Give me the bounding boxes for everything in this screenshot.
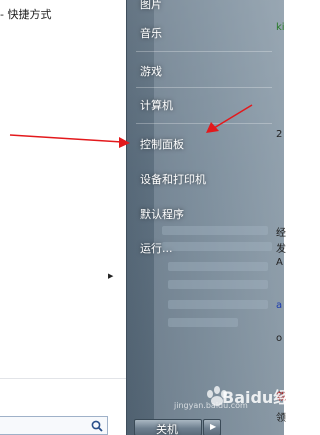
menu-item-pictures[interactable]: 图片 — [140, 0, 162, 12]
edge-text: 2 — [276, 129, 283, 140]
background-blur-line — [162, 242, 272, 251]
edge-text: 经 — [276, 228, 286, 239]
left-divider — [0, 378, 126, 379]
program-item-shortcut[interactable]: - 快捷方式 — [0, 6, 51, 22]
menu-separator — [136, 51, 272, 52]
chevron-right-icon: ▶ — [210, 422, 217, 431]
shutdown-options-button[interactable]: ▶ — [203, 419, 221, 435]
menu-item-default-programs[interactable]: 默认程序 — [140, 206, 184, 222]
edge-text: o — [276, 333, 283, 344]
edge-link: a — [276, 300, 283, 311]
background-blur-line — [168, 280, 268, 289]
background-blur-line — [168, 262, 268, 271]
menu-item-devices-printers[interactable]: 设备和打印机 — [140, 171, 206, 187]
search-icon[interactable] — [90, 419, 104, 433]
menu-item-computer[interactable]: 计算机 — [140, 97, 173, 113]
menu-item-games[interactable]: 游戏 — [140, 63, 162, 79]
edge-text: ki — [276, 22, 285, 33]
background-blur-line — [168, 300, 268, 309]
menu-item-music[interactable]: 音乐 — [140, 25, 162, 41]
menu-separator — [136, 123, 272, 124]
menu-separator — [136, 87, 272, 88]
all-programs-arrow-icon[interactable]: ▶ — [108, 272, 113, 280]
edge-text: 领 — [276, 413, 286, 424]
menu-item-control-panel[interactable]: 控制面板 — [140, 136, 184, 152]
menu-item-run[interactable]: 运行... — [140, 240, 173, 256]
watermark-url: jingyan.baidu.com — [174, 401, 248, 410]
edge-text: 发 — [276, 244, 286, 255]
background-blur-line — [162, 226, 268, 235]
background-blur-line — [168, 318, 238, 327]
left-program-pane — [0, 0, 126, 435]
edge-text: A — [276, 257, 283, 268]
shutdown-label: 关机 — [156, 423, 178, 435]
